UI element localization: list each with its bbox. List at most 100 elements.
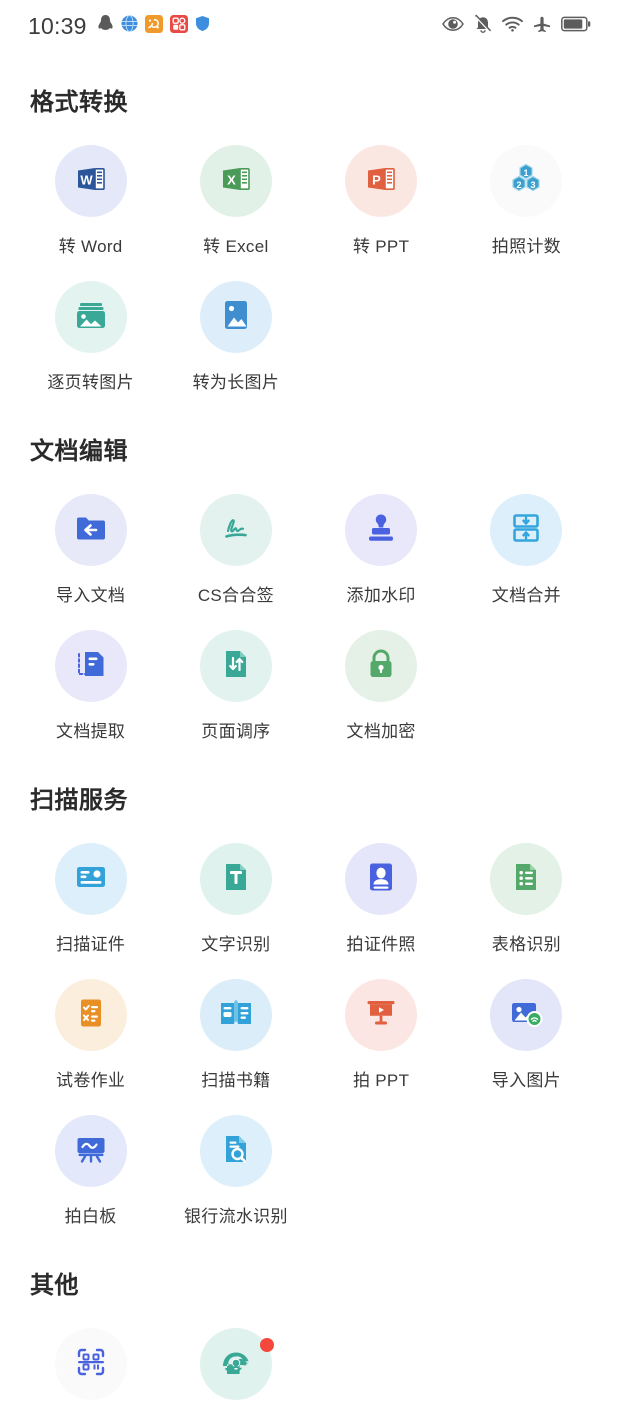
tool-label: 文档加密 — [346, 722, 416, 741]
tool-icon-bg — [54, 281, 127, 353]
section-title: 扫描服务 — [30, 787, 128, 814]
tool-icon-bg — [54, 979, 127, 1051]
tool-icon-bg — [54, 630, 127, 702]
svg-text:P: P — [372, 172, 381, 187]
tool-icon-bg — [345, 494, 418, 566]
tool-tile-innovation-lab[interactable]: 创新实验室 — [163, 1316, 308, 1408]
tool-tile-photo-count[interactable]: 1 2 3 拍照计数 — [454, 133, 599, 257]
tool-tile-table-recognition[interactable]: 表格识别 — [454, 831, 599, 955]
tool-grid: W 转 Word X 转 Excel P 转 PPT 1 2 3 拍照计数 逐页… — [0, 133, 617, 393]
tool-tile-to-excel[interactable]: X 转 Excel — [163, 133, 308, 257]
tool-tile-long-image[interactable]: 转为长图片 — [163, 269, 308, 393]
tool-label: 拍照计数 — [491, 237, 561, 256]
tool-icon-bg: P — [345, 145, 418, 217]
new-badge-dot — [259, 1338, 274, 1352]
capture-ppt-icon — [362, 994, 400, 1037]
tool-label: 试卷作业 — [56, 1071, 126, 1090]
excel-icon: X — [216, 159, 256, 204]
status-bar-left: 10:39 — [28, 13, 210, 40]
shield-icon — [195, 15, 210, 37]
tool-icon-bg — [490, 979, 563, 1051]
svg-text:3: 3 — [531, 180, 536, 190]
tool-icon-bg — [54, 1328, 127, 1400]
tool-label: 文档合并 — [491, 586, 561, 605]
tool-tile-id-photo[interactable]: 拍证件照 — [309, 831, 454, 955]
reorder-pages-icon — [217, 645, 255, 688]
taobao-icon — [144, 14, 163, 38]
signature-icon — [216, 508, 256, 553]
section-title: 其他 — [30, 1272, 79, 1299]
tool-tile-exam-paper[interactable]: 试卷作业 — [18, 967, 163, 1091]
lock-icon — [362, 645, 400, 688]
section-document-edit: 文档编辑 导入文档 CS合合签 添加水印 文档合并 文档提取 页面调序 文档加密 — [0, 431, 617, 742]
tool-tile-scan-book[interactable]: 扫描书籍 — [163, 967, 308, 1091]
table-recognition-icon — [507, 858, 545, 901]
tool-tile-to-ppt[interactable]: P 转 PPT — [309, 133, 454, 257]
tool-icon-bg — [199, 843, 272, 915]
tool-tile-to-word[interactable]: W 转 Word — [18, 133, 163, 257]
tool-tile-merge-document[interactable]: 文档合并 — [454, 482, 599, 606]
tool-label: 拍证件照 — [346, 935, 416, 954]
tool-tile-encrypt-document[interactable]: 文档加密 — [309, 618, 454, 742]
tool-tile-cs-signature[interactable]: CS合合签 — [163, 482, 308, 606]
svg-text:1: 1 — [524, 168, 529, 178]
tool-label: CS合合签 — [197, 586, 274, 605]
tool-icon-bg — [199, 630, 272, 702]
tool-icon-bg — [490, 494, 563, 566]
tool-tile-scan-qr[interactable]: 扫码 — [18, 1316, 163, 1408]
app-red-icon — [169, 14, 188, 38]
section-title: 格式转换 — [30, 89, 128, 116]
tool-icon-bg: 1 2 3 — [490, 145, 563, 217]
tool-tile-extract-document[interactable]: 文档提取 — [18, 618, 163, 742]
tool-icon-bg — [490, 843, 563, 915]
tool-icon-bg — [199, 494, 272, 566]
airplane-mode-icon — [533, 15, 551, 38]
tool-tile-import-document[interactable]: 导入文档 — [18, 482, 163, 606]
innovation-lab-icon — [216, 1342, 256, 1387]
tool-label: 转为长图片 — [192, 373, 280, 392]
tool-label: 文字识别 — [201, 935, 271, 954]
merge-document-icon — [507, 509, 545, 552]
tool-label: 转 Word — [58, 237, 123, 256]
tool-tile-bank-statement[interactable]: 银行流水识别 — [163, 1103, 308, 1227]
svg-text:W: W — [80, 172, 93, 187]
tool-label: 添加水印 — [346, 586, 416, 605]
qq-penguin-icon — [97, 14, 114, 38]
qr-scan-icon — [72, 1343, 110, 1386]
tool-grid: 导入文档 CS合合签 添加水印 文档合并 文档提取 页面调序 文档加密 — [0, 482, 617, 742]
powerpoint-icon: P — [361, 159, 401, 204]
tool-tile-capture-ppt[interactable]: 拍 PPT — [309, 967, 454, 1091]
tool-tile-import-image[interactable]: 导入图片 — [454, 967, 599, 1091]
tool-label: 逐页转图片 — [47, 373, 134, 392]
section-format-conversion: 格式转换 W 转 Word X 转 Excel P 转 PPT 1 2 3 拍照… — [0, 82, 617, 393]
battery-icon — [561, 16, 591, 37]
silent-bell-icon — [474, 14, 492, 38]
tool-tile-add-watermark[interactable]: 添加水印 — [309, 482, 454, 606]
tool-icon-bg — [345, 979, 418, 1051]
tool-tile-scan-id-card[interactable]: 扫描证件 — [18, 831, 163, 955]
tool-icon-bg — [199, 281, 272, 353]
tool-label: 转 Excel — [203, 237, 269, 256]
svg-text:X: X — [227, 172, 236, 187]
tool-tile-text-recognition[interactable]: 文字识别 — [163, 831, 308, 955]
tool-tile-whiteboard[interactable]: 拍白板 — [18, 1103, 163, 1227]
tool-label: 导入文档 — [56, 586, 126, 605]
long-image-icon — [217, 296, 255, 339]
tool-label: 表格识别 — [491, 935, 561, 954]
tools-page: 格式转换 W 转 Word X 转 Excel P 转 PPT 1 2 3 拍照… — [0, 82, 617, 1408]
tool-icon-bg — [54, 843, 127, 915]
tool-icon-bg — [54, 494, 127, 566]
tool-tile-reorder-pages[interactable]: 页面调序 — [163, 618, 308, 742]
tool-label: 扫描书籍 — [201, 1071, 271, 1090]
tool-icon-bg: X — [199, 145, 272, 217]
tool-tile-page-to-image[interactable]: 逐页转图片 — [18, 269, 163, 393]
id-photo-icon — [362, 858, 400, 901]
import-document-icon — [72, 509, 110, 552]
section-title: 文档编辑 — [30, 438, 128, 465]
eye-care-icon — [442, 16, 464, 37]
scan-id-card-icon — [72, 858, 110, 901]
wifi-icon — [502, 16, 523, 37]
watermark-stamp-icon — [362, 509, 400, 552]
section-scan-service: 扫描服务 扫描证件 文字识别 拍证件照 表格识别 试卷作业 扫描书籍 拍 PPT… — [0, 780, 617, 1227]
tool-icon-bg — [54, 1115, 127, 1187]
